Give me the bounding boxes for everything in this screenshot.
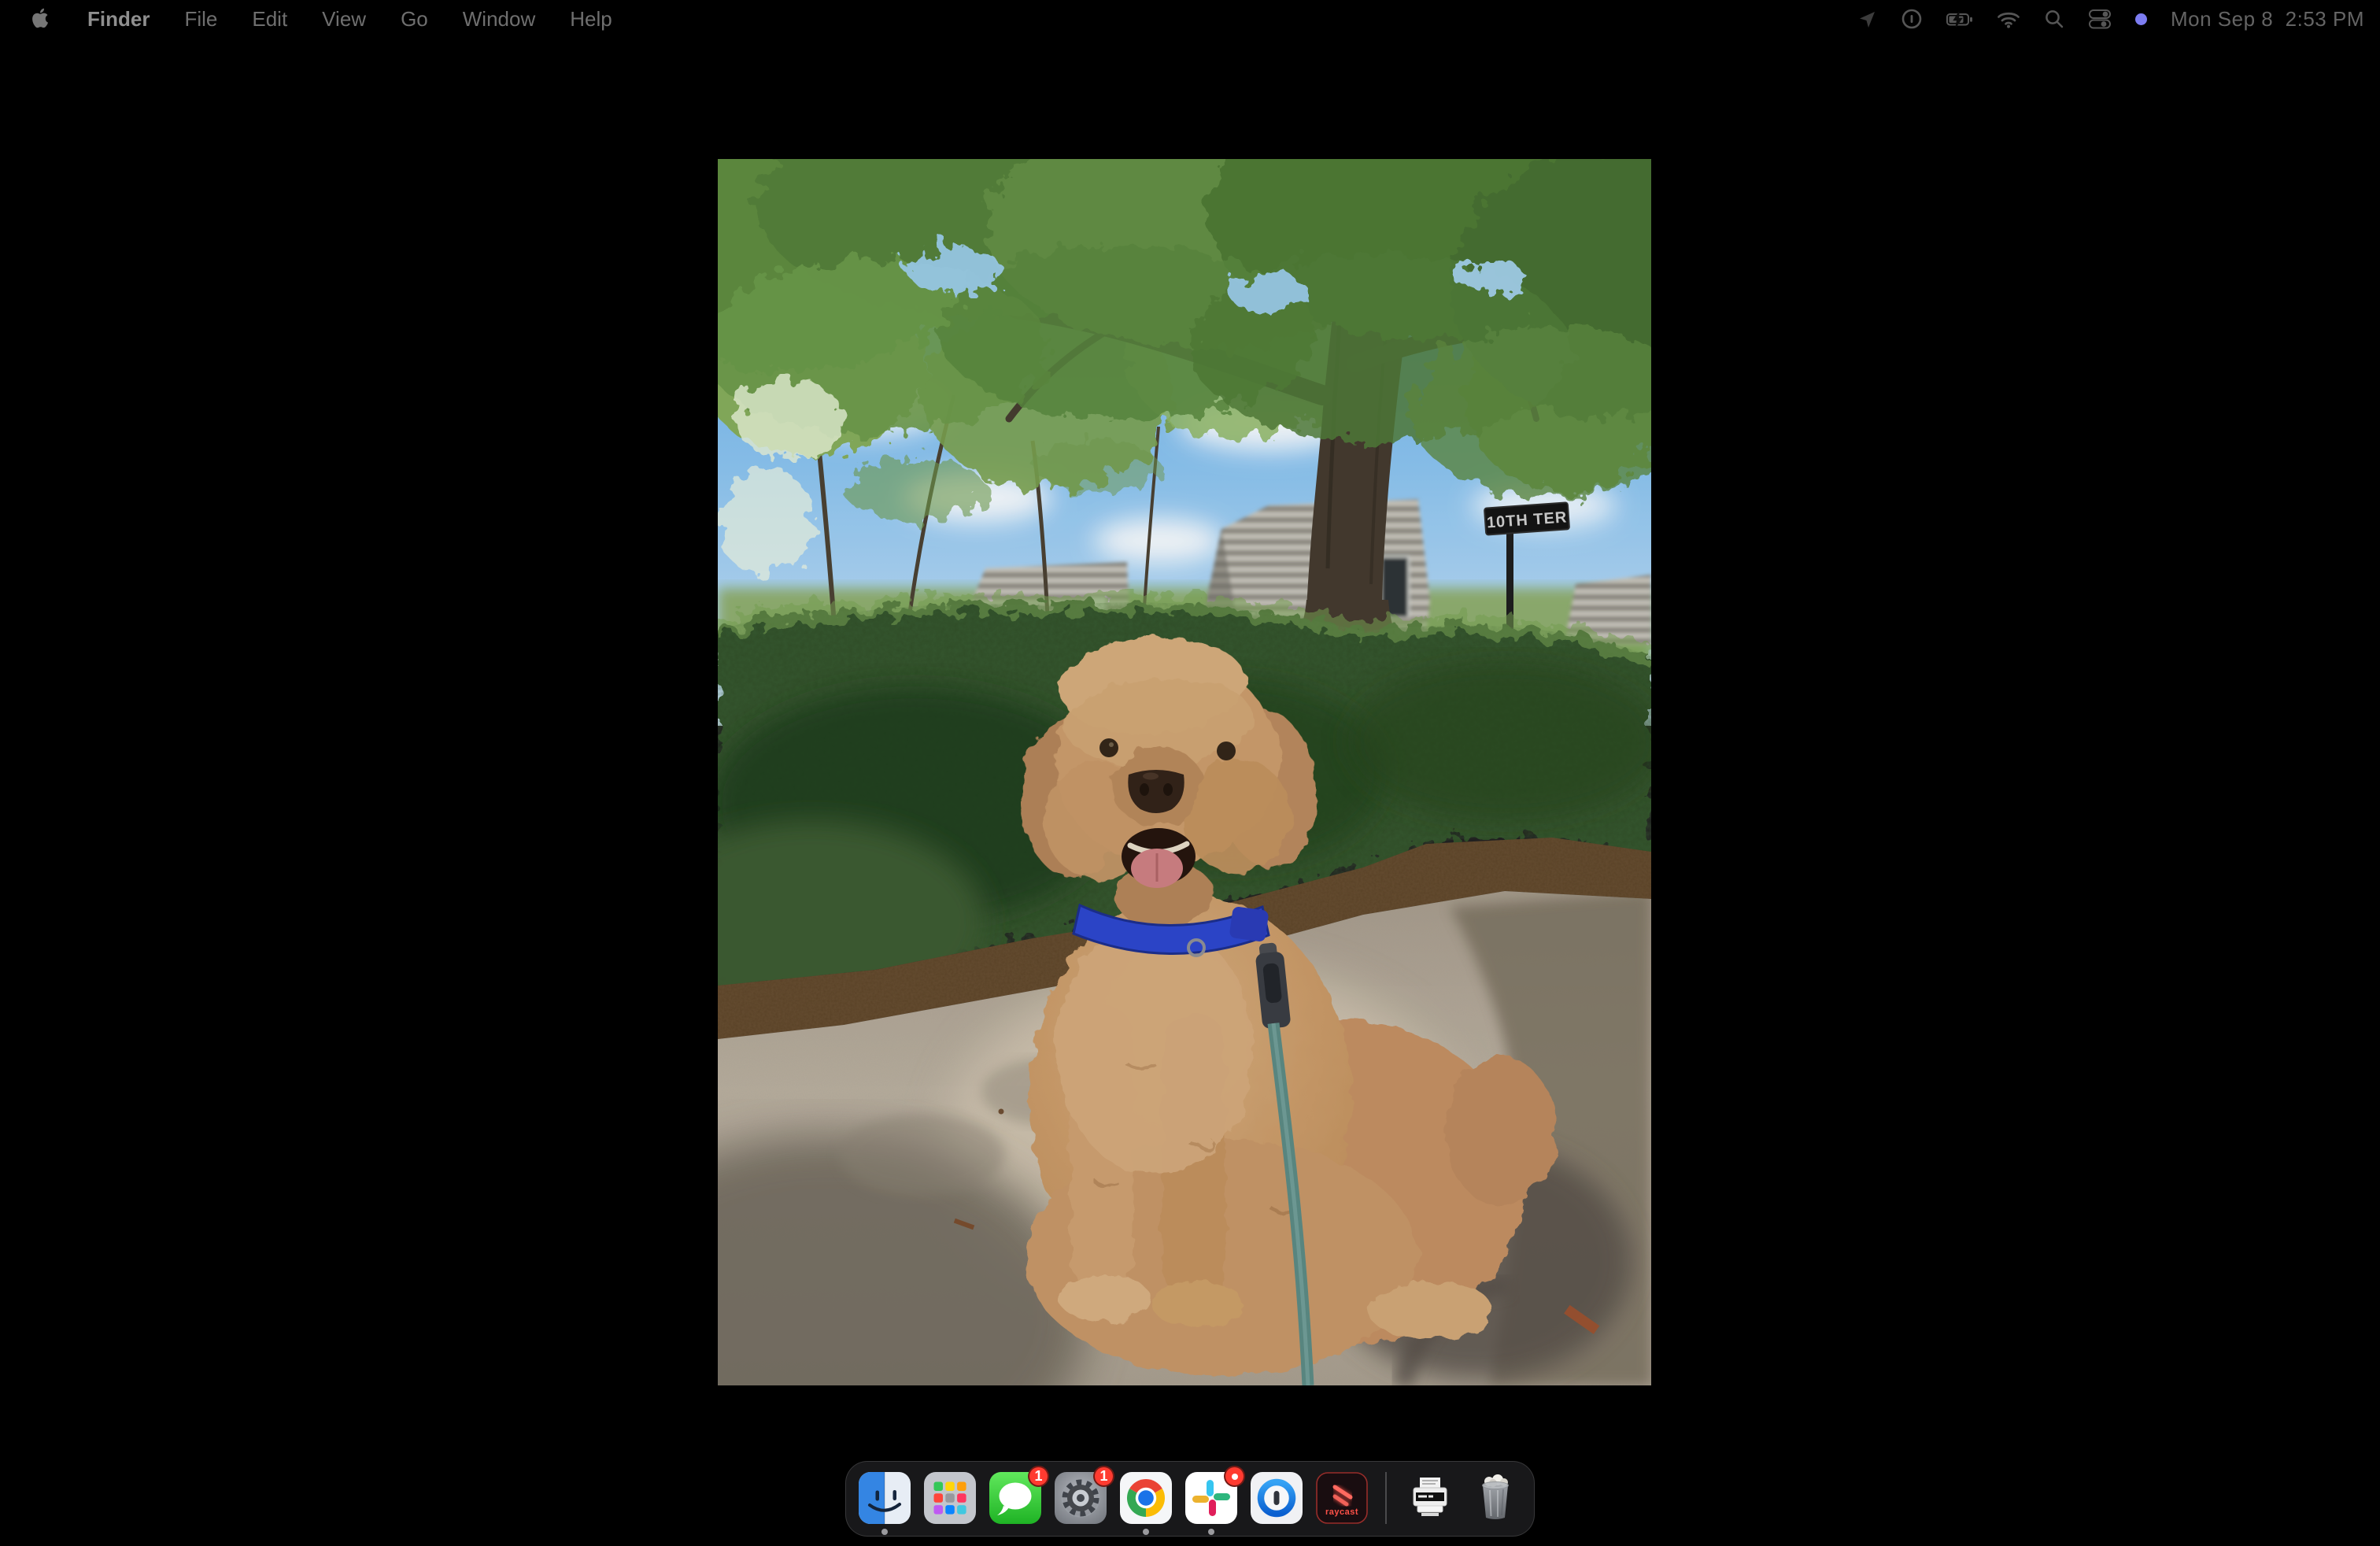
menu-item-file[interactable]: File xyxy=(184,0,217,38)
spotlight-search-icon[interactable] xyxy=(2044,9,2064,29)
chrome-icon xyxy=(1120,1472,1172,1524)
menu-app-name[interactable]: Finder xyxy=(87,0,150,38)
menu-bar-left: Finder File Edit View Go Window Help xyxy=(30,0,612,38)
dock-system-settings[interactable]: 1 xyxy=(1055,1472,1107,1524)
menu-item-view[interactable]: View xyxy=(322,0,366,38)
menu-item-go[interactable]: Go xyxy=(401,0,428,38)
chrome-running-dot xyxy=(1143,1529,1149,1535)
wifi-icon[interactable] xyxy=(1997,9,2020,29)
battery-charging-icon[interactable] xyxy=(1946,9,1973,30)
onepassword-icon xyxy=(1251,1472,1303,1524)
settings-badge: 1 xyxy=(1093,1466,1114,1487)
photo-preview: 10TH TER xyxy=(718,159,1651,1385)
control-center-icon[interactable] xyxy=(2088,8,2112,30)
dock-raycast[interactable]: raycast xyxy=(1316,1472,1368,1524)
raycast-wordmark: raycast xyxy=(1316,1507,1368,1517)
launchpad-icon xyxy=(924,1472,976,1524)
menu-bar-status: Mon Sep 8 2:53 PM xyxy=(1857,7,2364,31)
dog-photo-scene: 10TH TER xyxy=(718,159,1651,1385)
dock: 1 1 xyxy=(845,1461,1535,1537)
menu-item-help[interactable]: Help xyxy=(570,0,612,38)
vignette xyxy=(718,159,1651,1385)
printer-icon xyxy=(1404,1472,1456,1524)
menu-item-window[interactable]: Window xyxy=(463,0,535,38)
onepassword-menu-icon[interactable] xyxy=(1901,8,1923,30)
trash-full-icon xyxy=(1469,1472,1521,1524)
dock-1password[interactable] xyxy=(1251,1472,1303,1524)
dock-chrome[interactable] xyxy=(1120,1472,1172,1524)
dock-separator xyxy=(1385,1472,1387,1524)
dock-trash[interactable] xyxy=(1469,1472,1521,1524)
macos-desktop: Finder File Edit View Go Window Help xyxy=(0,0,2380,1546)
dock-launchpad[interactable] xyxy=(924,1472,976,1524)
menu-bar-clock[interactable]: Mon Sep 8 2:53 PM xyxy=(2171,7,2364,31)
slack-running-dot xyxy=(1208,1529,1214,1535)
finder-running-dot xyxy=(881,1529,888,1535)
dock-slack[interactable] xyxy=(1185,1472,1237,1524)
menu-bar: Finder File Edit View Go Window Help xyxy=(0,0,2380,38)
dock-finder[interactable] xyxy=(859,1472,911,1524)
location-arrow-icon[interactable] xyxy=(1857,9,1877,29)
screen-indicator-dot[interactable] xyxy=(2135,13,2147,25)
slack-badge xyxy=(1224,1466,1245,1487)
finder-icon xyxy=(859,1472,911,1524)
messages-badge: 1 xyxy=(1028,1466,1049,1487)
dock-printer[interactable] xyxy=(1404,1472,1456,1524)
menu-item-edit[interactable]: Edit xyxy=(252,0,287,38)
dock-messages[interactable]: 1 xyxy=(989,1472,1041,1524)
apple-menu-icon[interactable] xyxy=(30,7,53,30)
